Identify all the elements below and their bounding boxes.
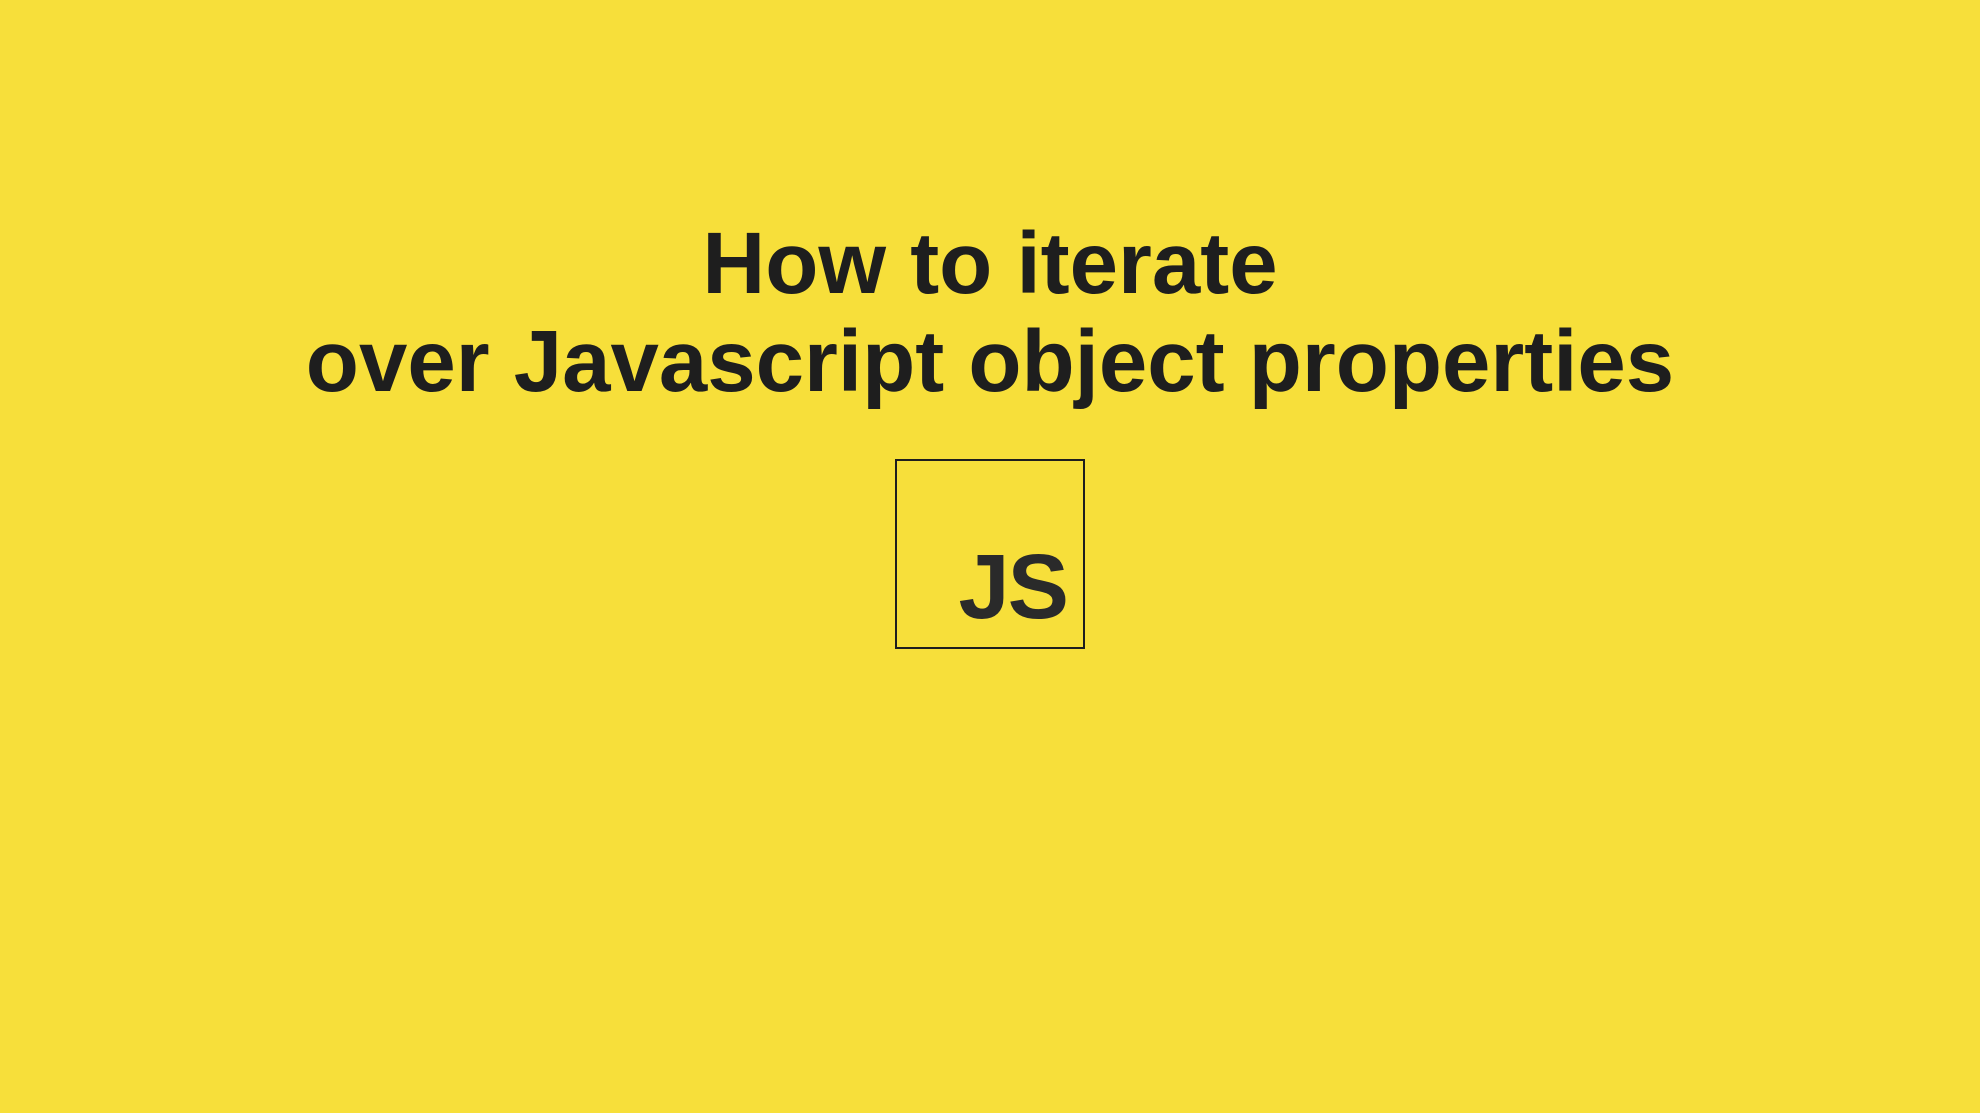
- js-logo: JS: [895, 459, 1085, 649]
- js-logo-text: JS: [958, 541, 1067, 633]
- page-title: How to iterate over Javascript object pr…: [0, 215, 1980, 412]
- title-line-2: over Javascript object properties: [0, 313, 1980, 411]
- title-line-1: How to iterate: [0, 215, 1980, 313]
